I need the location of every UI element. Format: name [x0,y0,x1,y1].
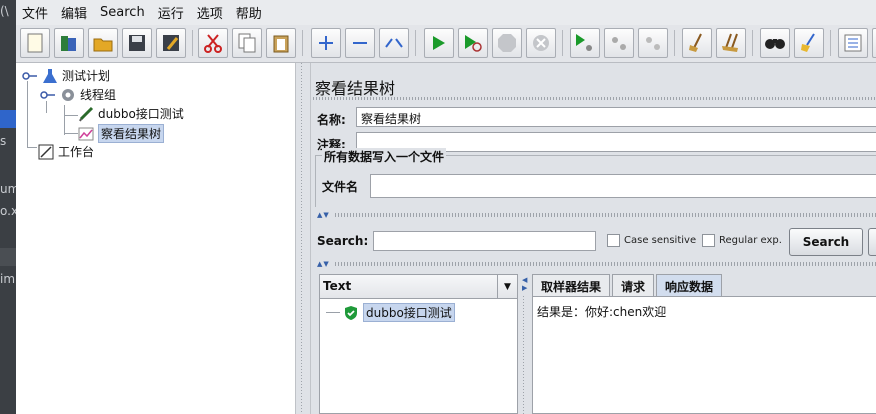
clear-icon[interactable] [682,28,712,58]
menu-file[interactable]: 文件 [22,3,48,22]
function-helper-icon[interactable] [838,28,868,58]
cut-icon[interactable] [198,28,228,58]
collapse-arrows-icon[interactable]: ▲▼ [317,260,330,268]
tree-node-listener[interactable]: 察看结果树 [78,124,165,143]
pipette-icon [78,106,94,122]
tree-node-sampler[interactable]: dubbo接口测试 [78,105,184,122]
checkbox-box[interactable] [607,234,620,247]
collapse-arrows-icon[interactable]: ▲▼ [317,211,330,219]
tree-node-label: 线程组 [80,88,117,102]
name-field[interactable]: 察看结果树 [356,107,876,127]
split-arrows-icon[interactable]: ◀ ▶ [522,276,527,292]
start-icon[interactable] [424,28,454,58]
tree-node-test-plan[interactable]: 测试计划 [22,67,110,84]
renderer-value: Text [323,279,352,293]
templates-icon[interactable] [54,28,84,58]
gear-icon [60,87,76,103]
response-text: 结果是：你好:chen欢迎 [537,305,667,319]
flask-icon [42,68,58,84]
search-button[interactable]: Search [789,228,863,256]
tree-node-label: 测试计划 [62,69,111,83]
renderer-select[interactable]: Text ▼ [320,275,517,299]
background-text: o.x [0,204,16,218]
tree-node-thread-group[interactable]: 线程组 [40,86,116,103]
group-legend: 所有数据写入一个文件 [322,148,447,165]
search-label: Search: [317,234,369,248]
start-no-pause-icon[interactable] [458,28,488,58]
response-data-pane[interactable]: 结果是：你好:chen欢迎 [532,296,876,414]
background-highlight [0,110,16,128]
tree-node-label: 察看结果树 [98,124,165,143]
stop-icon[interactable] [492,28,522,58]
key-handle-icon[interactable] [22,68,38,84]
background-text: s [0,134,7,148]
save-as-icon[interactable] [156,28,186,58]
test-plan-tree: 测试计划 线程组 dubbo接口测试 察看结果树 工作台 [16,63,296,414]
page-title: 察看结果树 [315,79,396,98]
remote-stop-icon[interactable] [604,28,634,58]
filename-input[interactable] [370,174,876,198]
search-input[interactable] [373,231,596,251]
tab-response-data[interactable]: 响应数据 [656,274,723,296]
background-highlight [0,248,16,266]
case-sensitive-checkbox[interactable]: Case sensitive [607,234,696,247]
menu-bar: 文件 编辑 Search 运行 选项 帮助 [16,0,876,25]
split-pane-divider[interactable] [296,63,310,414]
reset-search-icon[interactable] [794,28,824,58]
open-icon[interactable] [88,28,118,58]
tree-node-workbench[interactable]: 工作台 [38,143,94,160]
shutdown-icon[interactable] [526,28,556,58]
tree-node-label: dubbo接口测试 [98,107,184,121]
background-text: (\ [0,4,9,18]
result-tabs: 取样器结果 请求 响应数据 [532,274,724,296]
menu-help[interactable]: 帮助 [236,3,262,22]
graph-icon [78,126,94,142]
background-text: um [0,182,16,196]
name-label: 名称: [317,113,346,127]
success-shield-icon [343,305,359,321]
workbench-icon [38,144,54,160]
menu-options[interactable]: 选项 [197,3,223,22]
checkbox-box[interactable] [702,234,715,247]
background-text: im [0,272,16,286]
results-split-divider[interactable]: ◀ ▶ [519,274,529,414]
listener-panel: 察看结果树 名称: 察看结果树 注释: 所有数据写入一个文件 文件名 ▲▼ Se… [310,63,876,414]
checkbox-label: Case sensitive [624,235,697,246]
checkbox-label: Regular exp. [719,235,782,246]
expand-icon[interactable] [311,28,341,58]
remote-exit-icon[interactable] [638,28,668,58]
reset-button[interactable] [868,228,876,256]
jmeter-window: 文件 编辑 Search 运行 选项 帮助 测试计划 线程组 dubbo接口测试… [16,0,876,414]
menu-search[interactable]: Search [100,5,145,20]
collapse-icon[interactable] [345,28,375,58]
result-item[interactable]: dubbo接口测试 [326,303,455,322]
write-to-file-group: 所有数据写入一个文件 文件名 [315,148,876,207]
save-icon[interactable] [122,28,152,58]
regex-checkbox[interactable]: Regular exp. [702,234,782,247]
chevron-down-icon[interactable]: ▼ [497,275,517,298]
result-item-label: dubbo接口测试 [363,303,455,322]
new-icon[interactable] [20,28,50,58]
toolbar [16,25,876,63]
paste-icon[interactable] [266,28,296,58]
clear-all-icon[interactable] [716,28,746,58]
menu-edit[interactable]: 编辑 [61,3,87,22]
remote-start-icon[interactable] [570,28,600,58]
tab-sampler-result[interactable]: 取样器结果 [532,274,611,296]
results-list: Text ▼ dubbo接口测试 [319,274,518,414]
tab-request[interactable]: 请求 [612,274,655,296]
copy-icon[interactable] [232,28,262,58]
help-icon[interactable] [872,28,876,58]
background-window-strip: (\ s um o.x im [0,0,16,414]
filename-label: 文件名 [322,180,359,194]
search-icon[interactable] [760,28,790,58]
menu-run[interactable]: 运行 [158,3,184,22]
tree-node-label: 工作台 [58,145,95,159]
toggle-icon[interactable] [379,28,409,58]
key-handle-icon[interactable] [40,87,56,103]
